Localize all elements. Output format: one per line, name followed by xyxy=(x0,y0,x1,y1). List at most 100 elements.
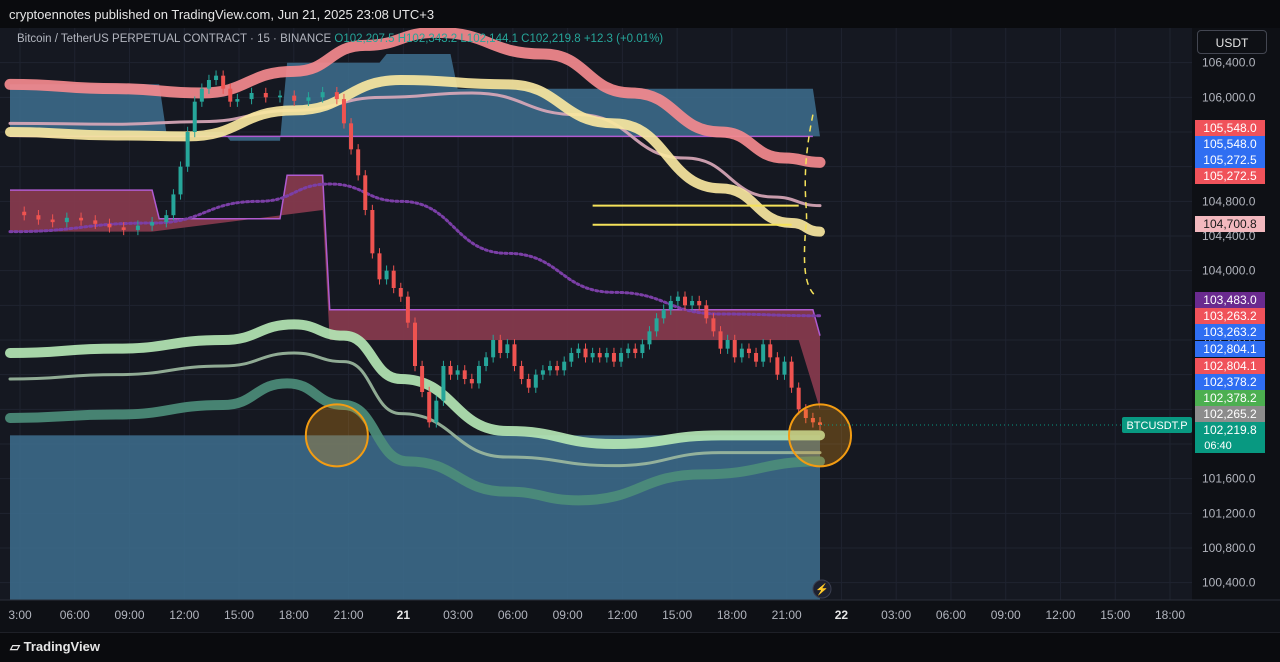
candle-body xyxy=(633,348,638,353)
candle-body xyxy=(476,366,481,384)
candle-body xyxy=(107,223,112,228)
price-tag-label: 105,272.5 xyxy=(1203,153,1257,167)
candle-body xyxy=(469,379,474,384)
candle-body xyxy=(150,222,155,226)
candle-body xyxy=(775,357,780,375)
y-tick-label: 100,800.0 xyxy=(1202,541,1256,555)
candle-body xyxy=(761,344,766,362)
candle-body xyxy=(263,93,268,98)
candle-body xyxy=(711,318,716,332)
candle-body xyxy=(548,366,552,371)
ohlc-close: C102,219.8 xyxy=(521,33,581,45)
x-tick-label: 06:00 xyxy=(498,608,528,622)
x-tick-label: 12:00 xyxy=(1045,608,1075,622)
candle-body xyxy=(413,322,417,366)
candle-body xyxy=(675,296,680,301)
candle-body xyxy=(64,217,69,223)
candle-body xyxy=(292,95,297,101)
symbol-name[interactable]: Bitcoin / TetherUS PERPETUAL CONTRACT · … xyxy=(17,33,331,45)
candle-body xyxy=(93,220,98,224)
candle-body xyxy=(540,370,545,375)
candle-body xyxy=(249,93,254,100)
candle-body xyxy=(320,92,325,98)
candle-body xyxy=(754,353,759,362)
candle-body xyxy=(611,353,616,362)
y-tick-label: 101,200.0 xyxy=(1202,506,1256,520)
candle-body xyxy=(434,400,439,423)
candle-body xyxy=(164,215,169,223)
candle-body xyxy=(739,348,744,358)
lightning-glyph: ⚡ xyxy=(815,583,829,596)
price-tag-label: 105,548.0 xyxy=(1203,121,1257,135)
x-tick-label: 09:00 xyxy=(991,608,1021,622)
candle-body xyxy=(533,374,538,388)
candle-body xyxy=(462,370,467,379)
x-tick-label: 3:00 xyxy=(8,608,32,622)
candle-body xyxy=(626,348,631,353)
candle-body xyxy=(732,340,737,358)
candle-body xyxy=(661,309,666,319)
ohlc-low: L102,144.1 xyxy=(460,33,518,45)
candle-body xyxy=(349,123,354,150)
currency-button[interactable]: USDT xyxy=(1197,30,1267,54)
x-tick-label: 15:00 xyxy=(662,608,692,622)
candle-body xyxy=(789,361,794,388)
price-tag-label: 102,265.2 xyxy=(1203,407,1257,421)
candle-body xyxy=(278,95,282,98)
candle-body xyxy=(36,215,41,220)
candle-body xyxy=(306,97,311,101)
candle-body xyxy=(746,348,751,353)
candle-body xyxy=(583,348,588,358)
x-tick-label: 12:00 xyxy=(169,608,199,622)
price-tag-label: 105,548.0 xyxy=(1203,137,1257,151)
candle-body xyxy=(796,387,801,410)
countdown-label: 06:40 xyxy=(1204,440,1232,452)
x-axis[interactable]: 3:00 06:00 09:00 12:00 15:00 18:00 21:00 21 03:0… xyxy=(0,599,1280,632)
candle-body xyxy=(562,361,567,371)
x-tick-label: 18:00 xyxy=(717,608,747,622)
price-tag-label: 102,219.8 xyxy=(1203,423,1257,437)
candle-body xyxy=(370,210,375,254)
price-tag-label: 102,804.1 xyxy=(1203,359,1257,373)
candle-body xyxy=(398,288,403,297)
candle-body xyxy=(555,366,560,371)
candle-body xyxy=(341,99,346,124)
x-tick-label: 15:00 xyxy=(1100,608,1130,622)
candle-body xyxy=(178,166,183,195)
tradingview-logo[interactable]: ⏥ TradingView xyxy=(10,639,100,655)
candle-body xyxy=(199,88,204,102)
tradingview-icon: ⏥ xyxy=(10,639,24,654)
candle-body xyxy=(668,301,673,310)
price-chart[interactable]: BTCUSDT.P⚡ 106,400.0106,000.0105,600.010… xyxy=(0,0,1280,661)
candle-body xyxy=(512,344,517,366)
candle-body xyxy=(647,331,652,345)
publisher-line: cryptoennotes published on TradingView.c… xyxy=(9,7,435,22)
candle-body xyxy=(334,92,339,100)
x-tick-label: 06:00 xyxy=(60,608,90,622)
x-tick-label: 03:00 xyxy=(881,608,911,622)
x-tick-label: 12:00 xyxy=(607,608,637,622)
publisher-bar: cryptoennotes published on TradingView.c… xyxy=(0,0,1280,28)
candle-body xyxy=(569,353,574,362)
candle-body xyxy=(228,88,233,102)
candle-body xyxy=(79,217,84,221)
candle-body xyxy=(135,225,140,230)
candle-body xyxy=(619,353,624,362)
candle-body xyxy=(697,301,702,306)
x-tick-label: 21:00 xyxy=(772,608,802,622)
price-tag-label: 103,263.2 xyxy=(1203,325,1257,339)
x-tick-label: 06:00 xyxy=(936,608,966,622)
ohlc-open: O102,207.5 xyxy=(334,33,395,45)
candle-body xyxy=(363,175,368,210)
candle-body xyxy=(455,370,460,375)
x-tick-label: 21 xyxy=(397,608,411,622)
y-tick-label: 104,000.0 xyxy=(1202,264,1256,278)
y-tick-label: 101,600.0 xyxy=(1202,472,1256,486)
price-tag-label: 102,378.2 xyxy=(1203,375,1257,389)
candle-body xyxy=(683,296,687,306)
y-tick-label: 100,400.0 xyxy=(1202,576,1256,590)
price-tag-label: 102,378.2 xyxy=(1203,391,1257,405)
candle-body xyxy=(498,340,503,353)
candle-body xyxy=(519,366,524,379)
symbol-legend[interactable]: Bitcoin / TetherUS PERPETUAL CONTRACT · … xyxy=(17,33,663,45)
